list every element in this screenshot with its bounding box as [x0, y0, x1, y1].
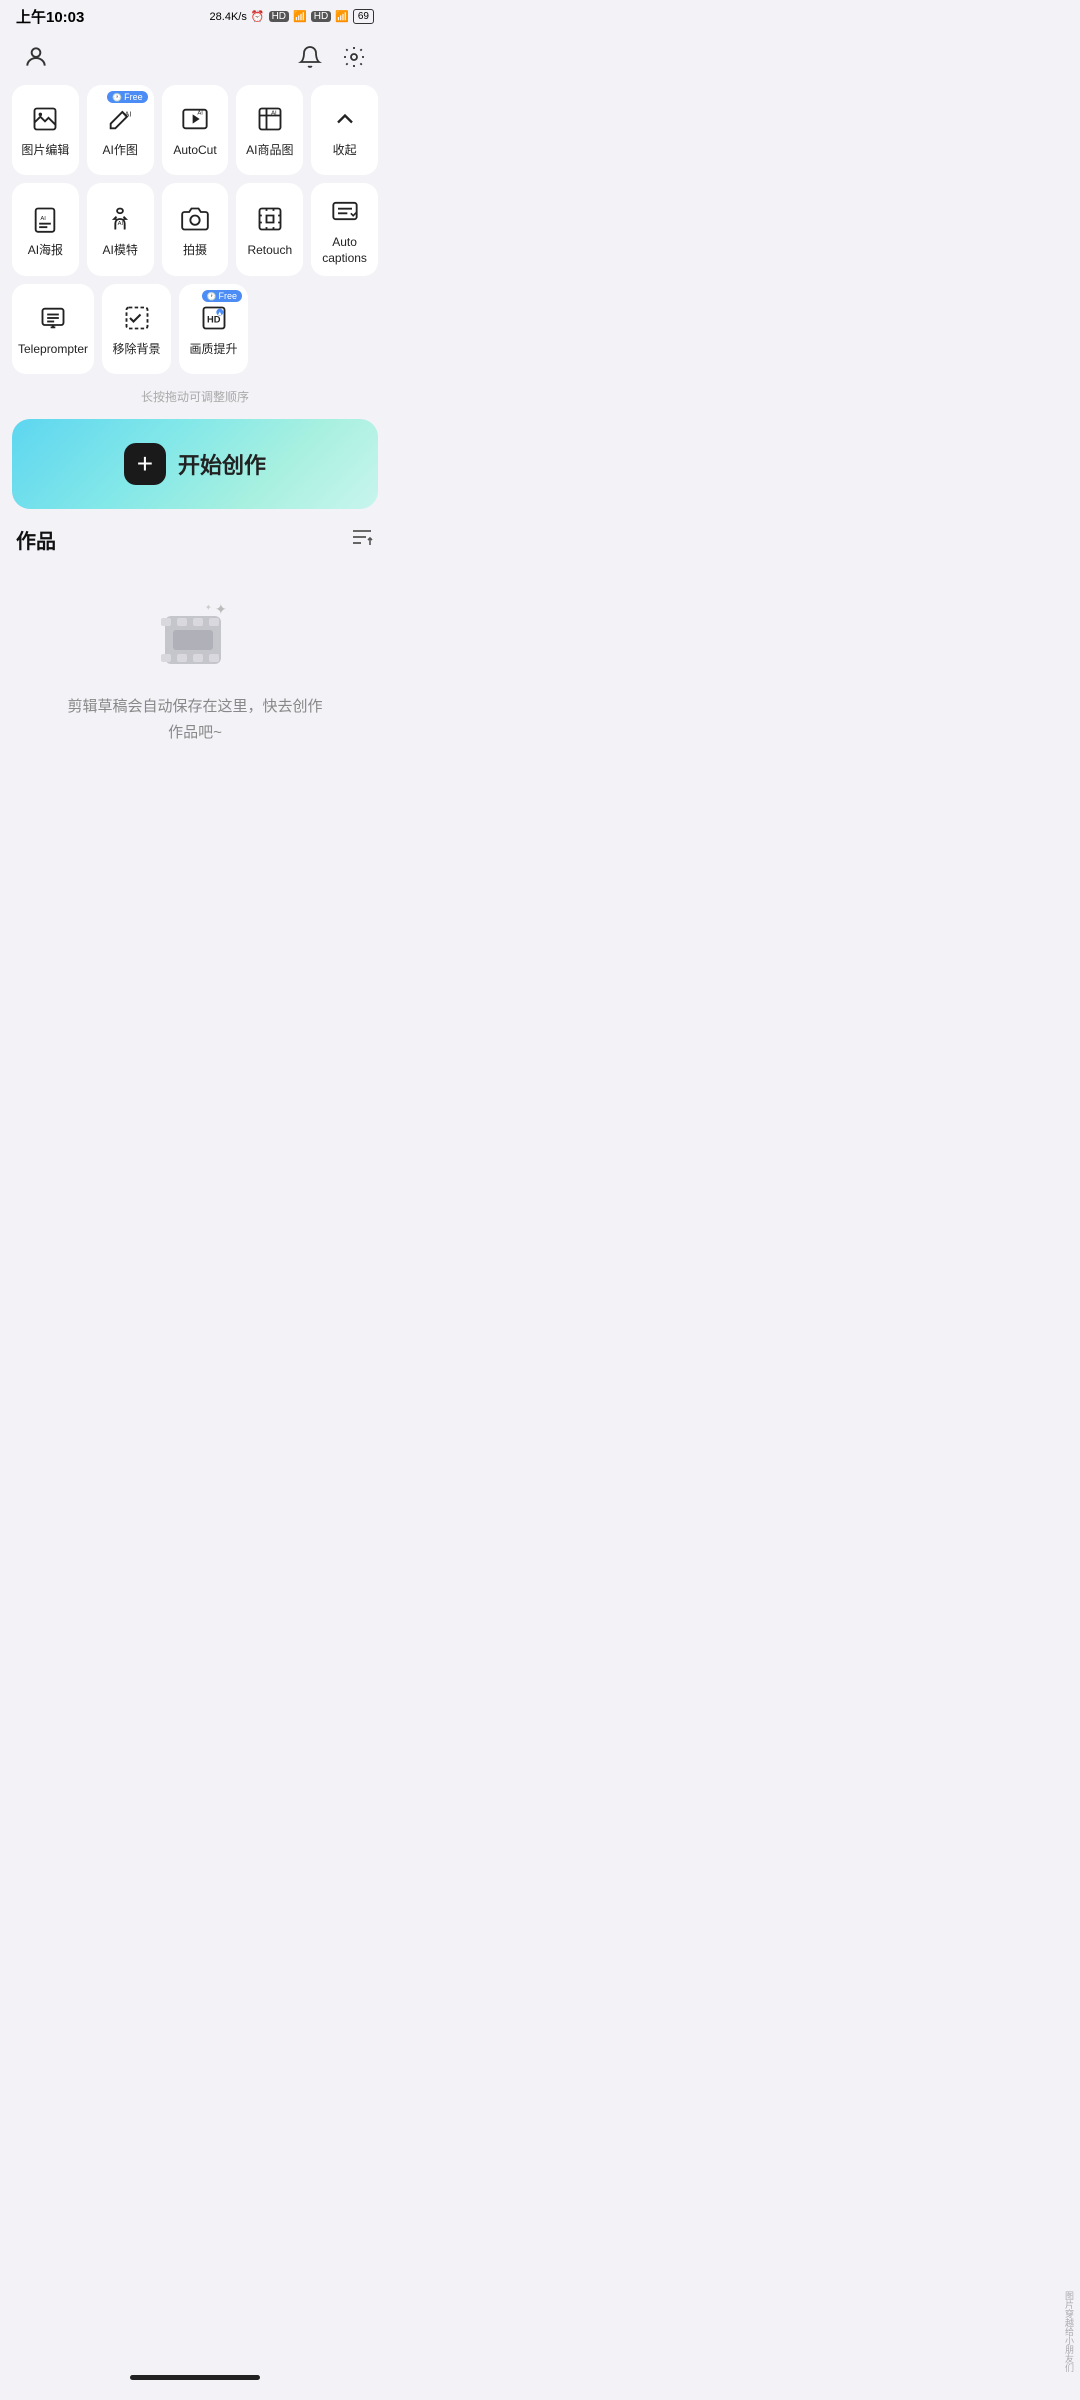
- settings-button[interactable]: [336, 39, 372, 75]
- tools-row-1: 图片编辑 Free AI AI作图 AI Aut: [12, 85, 378, 175]
- tool-image-edit[interactable]: 图片编辑: [12, 85, 79, 175]
- teleprompter-icon: [39, 304, 67, 336]
- tool-camera[interactable]: 拍摄: [162, 183, 229, 276]
- svg-text:AI: AI: [118, 221, 124, 227]
- works-sort-button[interactable]: [350, 525, 374, 554]
- tool-camera-label: 拍摄: [183, 243, 207, 259]
- signal-4g: 📶: [293, 10, 307, 23]
- network-speed: 28.4K/s: [210, 11, 247, 23]
- sort-hint: 长按拖动可调整顺序: [0, 382, 390, 419]
- works-header: 作品: [16, 525, 374, 554]
- svg-text:AI: AI: [41, 216, 47, 222]
- svg-text:AI: AI: [125, 112, 132, 119]
- tool-ai-product-label: AI商品图: [246, 143, 293, 159]
- notification-button[interactable]: [292, 39, 328, 75]
- ai-product-icon: AI: [256, 105, 284, 137]
- home-indicator: [130, 2375, 260, 2380]
- status-bar: 上午10:03 28.4K/s ⏰ HD 📶 HD 📶 69: [0, 0, 390, 31]
- tool-autocut-label: AutoCut: [173, 143, 216, 159]
- tool-ai-model-label: AI模特: [103, 243, 138, 259]
- top-right-actions: [292, 39, 372, 75]
- status-time: 上午10:03: [16, 6, 84, 27]
- start-create-button[interactable]: + 开始创作: [12, 419, 378, 509]
- tool-enhance[interactable]: Free HD ▲ 画质提升: [179, 284, 248, 374]
- tool-retouch[interactable]: Retouch: [236, 183, 303, 276]
- tools-row-2: AI AI海报 AI AI模特: [12, 183, 378, 276]
- film-icon: ✦ ✦: [155, 604, 235, 674]
- start-plus-icon: +: [124, 443, 166, 485]
- watermark: 图片穿越给小朋友们: [1063, 2291, 1080, 2372]
- tool-collapse[interactable]: 收起: [311, 85, 378, 175]
- collapse-icon: [331, 105, 359, 137]
- tool-ai-poster-label: AI海报: [28, 243, 63, 259]
- tool-auto-captions[interactable]: Auto captions: [311, 183, 378, 276]
- free-badge-ai-draw: Free: [107, 91, 147, 103]
- svg-text:AI: AI: [271, 111, 277, 117]
- tool-teleprompter-label: Teleprompter: [18, 342, 88, 358]
- tool-image-edit-label: 图片编辑: [21, 143, 69, 159]
- tool-ai-product[interactable]: AI AI商品图: [236, 85, 303, 175]
- enhance-icon: HD ▲: [200, 304, 228, 336]
- tool-ai-draw[interactable]: Free AI AI作图: [87, 85, 154, 175]
- autocut-icon: AI: [181, 105, 209, 137]
- free-badge-enhance: Free: [202, 290, 242, 302]
- retouch-icon: [256, 205, 284, 237]
- empty-state-text: 剪辑草稿会自动保存在这里，快去创作作品吧~: [67, 694, 322, 745]
- tool-remove-bg[interactable]: 移除背景: [102, 284, 171, 374]
- status-icons: 28.4K/s ⏰ HD 📶 HD 📶 69: [210, 9, 374, 24]
- ai-poster-icon: AI: [31, 205, 59, 237]
- svg-text:✦: ✦: [215, 604, 227, 617]
- tools-row-3: Teleprompter 移除背景 Free HD ▲: [12, 284, 378, 374]
- tool-ai-draw-label: AI作图: [103, 143, 138, 159]
- start-button-container: + 开始创作: [0, 419, 390, 525]
- top-bar: [0, 31, 390, 85]
- ai-model-icon: AI: [106, 205, 134, 237]
- signal-4g2: 📶: [335, 10, 349, 23]
- hd-badge2: HD: [311, 11, 331, 22]
- tool-remove-bg-label: 移除背景: [113, 342, 161, 358]
- tool-collapse-label: 收起: [333, 143, 357, 159]
- svg-text:✦: ✦: [205, 604, 212, 612]
- image-edit-icon: [31, 105, 59, 137]
- alarm-icon: ⏰: [251, 10, 265, 23]
- svg-text:▲: ▲: [216, 311, 222, 317]
- tool-retouch-label: Retouch: [247, 243, 292, 259]
- start-text: 开始创作: [178, 448, 266, 480]
- tool-teleprompter[interactable]: Teleprompter: [12, 284, 94, 374]
- hd-badge: HD: [269, 11, 289, 22]
- battery-icon: 69: [353, 9, 374, 24]
- tool-autocut[interactable]: AI AutoCut: [162, 85, 229, 175]
- empty-state: ✦ ✦ 剪辑草稿会自动保存在这里，快去创作作品吧~: [16, 574, 374, 745]
- profile-button[interactable]: [18, 39, 54, 75]
- works-section: 作品: [0, 525, 390, 745]
- tool-auto-captions-label: Auto captions: [317, 235, 372, 266]
- remove-bg-icon: [123, 304, 151, 336]
- ai-draw-icon: AI: [106, 105, 134, 137]
- auto-captions-icon: [331, 197, 359, 229]
- tool-ai-poster[interactable]: AI AI海报: [12, 183, 79, 276]
- svg-text:AI: AI: [197, 111, 203, 117]
- tools-section: 图片编辑 Free AI AI作图 AI Aut: [0, 85, 390, 374]
- home-indicator-bar: [0, 2363, 390, 2400]
- camera-icon: [181, 205, 209, 237]
- works-title: 作品: [16, 525, 56, 554]
- tool-ai-model[interactable]: AI AI模特: [87, 183, 154, 276]
- tool-enhance-label: 画质提升: [190, 342, 238, 358]
